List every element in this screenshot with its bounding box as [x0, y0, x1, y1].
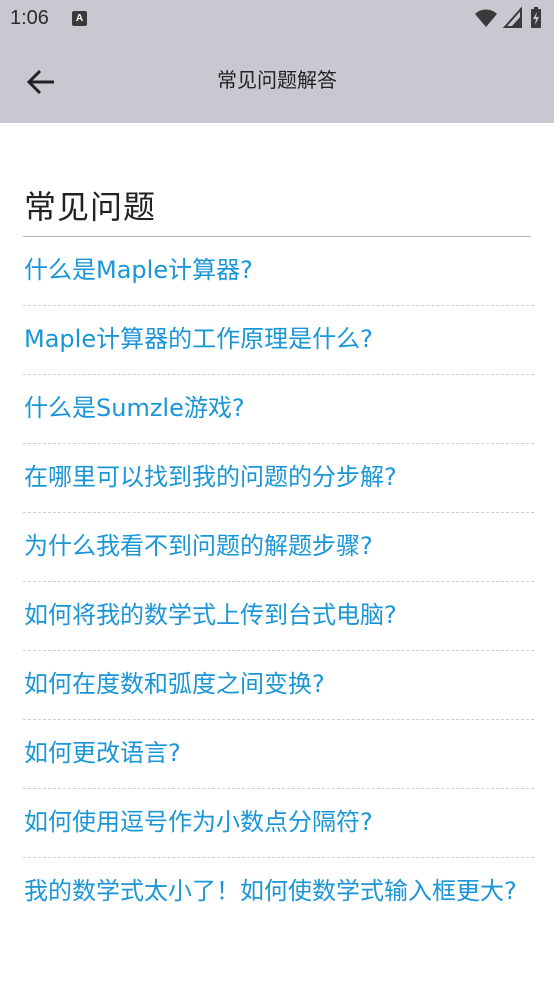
faq-item: 为什么我看不到问题的解题步骤? [23, 513, 534, 582]
faq-link-what-is-maple-calculator[interactable]: 什么是Maple计算器? [24, 253, 534, 287]
faq-item: Maple计算器的工作原理是什么? [23, 306, 534, 375]
status-bar: 1:06 A [0, 0, 554, 38]
status-icons [474, 6, 544, 30]
back-button[interactable] [20, 60, 64, 104]
status-time: 1:06 [10, 7, 49, 29]
signal-icon [502, 6, 522, 28]
section-title: 常见问题 [24, 188, 157, 226]
faq-link-comma-decimal[interactable]: 如何使用逗号作为小数点分隔符? [24, 805, 534, 839]
faq-item: 如何将我的数学式上传到台式电脑? [23, 582, 534, 651]
notification-a-icon: A [72, 11, 87, 26]
page-title: 常见问题解答 [217, 68, 337, 92]
faq-link-no-steps[interactable]: 为什么我看不到问题的解题步骤? [24, 529, 534, 563]
faq-link-what-is-sumzle[interactable]: 什么是Sumzle游戏? [24, 391, 534, 425]
faq-link-how-maple-works[interactable]: Maple计算器的工作原理是什么? [24, 322, 534, 356]
faq-item: 在哪里可以找到我的问题的分步解? [23, 444, 534, 513]
faq-link-step-by-step[interactable]: 在哪里可以找到我的问题的分步解? [24, 460, 534, 494]
faq-item: 什么是Maple计算器? [23, 237, 534, 306]
arrow-left-icon [26, 69, 54, 95]
faq-item: 如何使用逗号作为小数点分隔符? [23, 789, 534, 858]
faq-item: 如何在度数和弧度之间变换? [23, 651, 534, 720]
app-bar: 常见问题解答 [0, 38, 554, 123]
faq-link-degrees-radians[interactable]: 如何在度数和弧度之间变换? [24, 667, 534, 701]
faq-link-upload-to-desktop[interactable]: 如何将我的数学式上传到台式电脑? [24, 598, 534, 632]
battery-icon [531, 7, 541, 28]
wifi-icon [474, 9, 497, 27]
faq-link-change-language[interactable]: 如何更改语言? [24, 736, 534, 770]
faq-list: 什么是Maple计算器? Maple计算器的工作原理是什么? 什么是Sumzle… [0, 237, 554, 976]
faq-item: 如何更改语言? [23, 720, 534, 789]
faq-link-bigger-input[interactable]: 我的数学式太小了！如何使数学式输入框更大? [24, 874, 534, 908]
faq-item: 我的数学式太小了！如何使数学式输入框更大? [23, 858, 534, 976]
faq-item: 什么是Sumzle游戏? [23, 375, 534, 444]
